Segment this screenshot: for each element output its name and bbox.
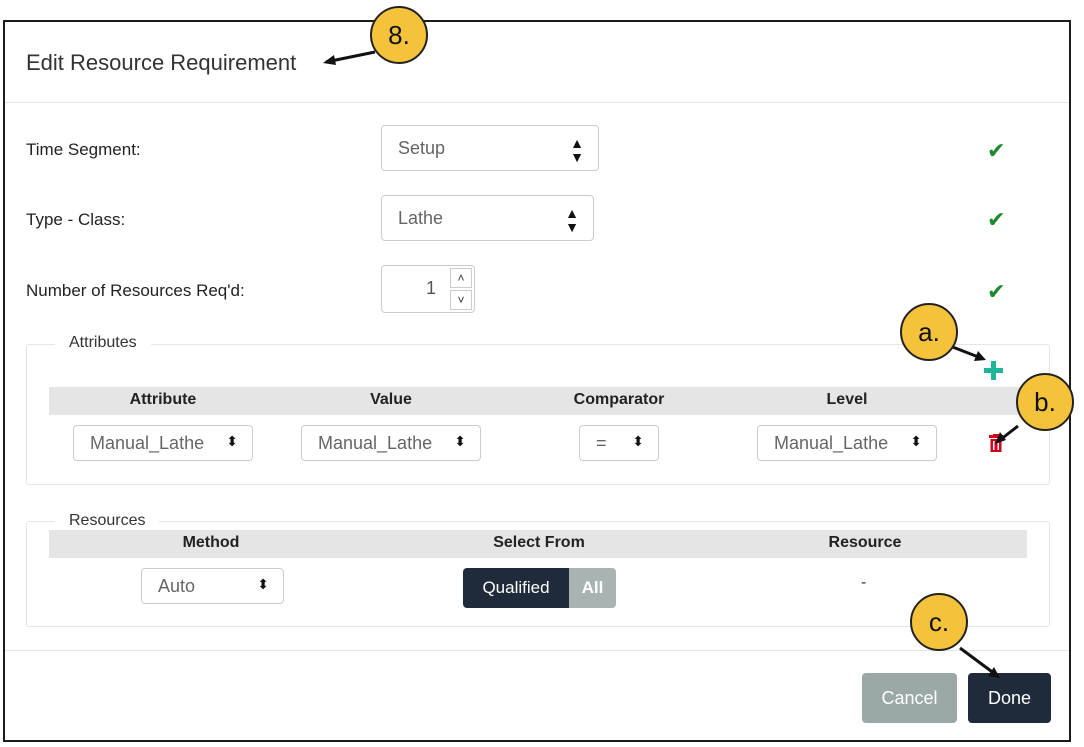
callout-add: a. (900, 303, 958, 361)
callout-title: 8. (370, 6, 428, 64)
callout-done: c. (910, 593, 968, 651)
callout-delete: b. (1016, 373, 1074, 431)
